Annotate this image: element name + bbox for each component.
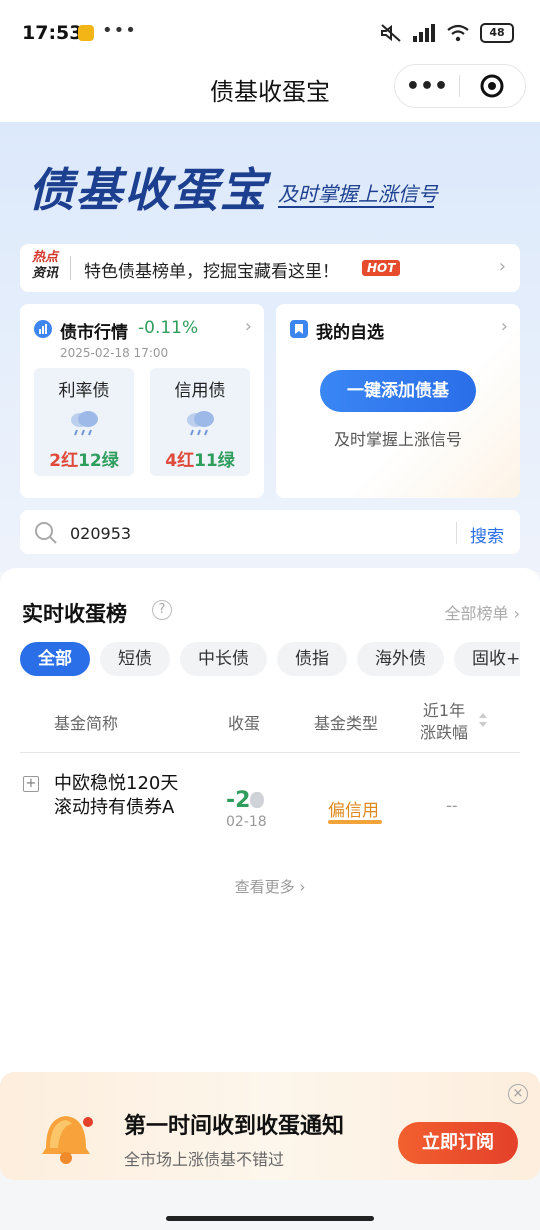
notification-app-icon bbox=[78, 25, 94, 41]
change-1y-value: -- bbox=[446, 796, 458, 815]
help-icon[interactable]: ? bbox=[152, 600, 172, 620]
hot-news-text: 特色债基榜单，挖掘宝藏看这里！ bbox=[84, 262, 339, 282]
tab-overseas-bond[interactable]: 海外债 bbox=[357, 642, 444, 676]
chevron-right-icon: › bbox=[500, 316, 508, 337]
col-1y-change-line1: 近1年 bbox=[422, 701, 466, 720]
tab-all[interactable]: 全部 bbox=[20, 642, 90, 676]
mute-icon bbox=[381, 24, 401, 42]
col-egg: 收蛋 bbox=[228, 714, 261, 733]
bookmark-icon bbox=[290, 320, 308, 338]
rate-bond-card[interactable]: 利率债 2红12绿 bbox=[34, 368, 134, 476]
bell-icon bbox=[42, 1116, 93, 1164]
rate-bond-green: 12绿 bbox=[78, 451, 119, 471]
market-card-title: 债市行情 bbox=[60, 323, 128, 343]
market-datetime: 2025-02-18 17:00 bbox=[60, 346, 169, 360]
credit-bond-red: 4红 bbox=[165, 451, 195, 471]
search-input[interactable] bbox=[68, 520, 452, 546]
hot-tag-line2: 资讯 bbox=[32, 266, 59, 281]
system-icons: 48 bbox=[380, 22, 514, 44]
search-bar: 搜索 bbox=[20, 510, 520, 554]
close-icon[interactable]: × bbox=[508, 1084, 528, 1104]
col-1y-change-line2: 涨跌幅 bbox=[420, 723, 469, 742]
watchlist-subtitle: 及时掌握上涨信号 bbox=[333, 430, 462, 449]
tab-bond-index[interactable]: 债指 bbox=[277, 642, 347, 676]
rate-bond-label: 利率债 bbox=[58, 381, 110, 401]
fund-type-underline bbox=[328, 820, 382, 824]
add-to-watchlist-icon[interactable]: + bbox=[23, 776, 39, 792]
chart-icon bbox=[34, 320, 52, 338]
chevron-right-icon: › bbox=[244, 316, 252, 337]
credit-bond-label: 信用债 bbox=[174, 381, 226, 401]
status-bar: 17:53 ••• 48 bbox=[0, 0, 540, 64]
watchlist-title: 我的自选 bbox=[316, 323, 384, 343]
tab-short-bond[interactable]: 短债 bbox=[100, 642, 170, 676]
hot-badge: HOT bbox=[362, 260, 401, 276]
sort-icon[interactable] bbox=[478, 712, 488, 728]
egg-value: -2 bbox=[226, 788, 251, 813]
hot-news-tag: 热点 资讯 bbox=[32, 250, 58, 282]
mini-program-capsule: ••• bbox=[394, 64, 526, 108]
credit-bond-result: 4红11绿 bbox=[150, 446, 250, 471]
see-more-link[interactable]: 查看更多 › bbox=[0, 876, 540, 897]
credit-bond-card[interactable]: 信用债 4红11绿 bbox=[150, 368, 250, 476]
rate-bond-result: 2红12绿 bbox=[34, 446, 134, 471]
search-icon bbox=[35, 522, 57, 544]
slogan-underline bbox=[278, 206, 434, 208]
chevron-right-icon: › bbox=[498, 256, 506, 277]
signal-icon bbox=[413, 24, 435, 42]
fund-type-value: 偏信用 bbox=[328, 801, 379, 821]
market-change: -0.11% bbox=[138, 318, 199, 338]
hot-tag-line1: 热点 bbox=[32, 250, 59, 265]
rain-cloud-icon bbox=[71, 411, 98, 436]
market-card[interactable]: 债市行情 -0.11% › 2025-02-18 17:00 利率债 2红12绿… bbox=[20, 304, 264, 498]
rain-cloud-icon bbox=[187, 411, 214, 436]
battery-icon: 48 bbox=[480, 23, 514, 43]
target-icon bbox=[480, 74, 504, 98]
col-fund-name: 基金简称 bbox=[54, 714, 119, 733]
wifi-icon bbox=[447, 24, 469, 42]
all-rankings-label: 全部榜单 bbox=[444, 604, 509, 623]
status-time: 17:53 bbox=[22, 22, 83, 44]
ranking-title: 实时收蛋榜 bbox=[22, 602, 127, 626]
col-1y-change[interactable]: 近1年 涨跌幅 bbox=[420, 700, 468, 744]
egg-date: 02-18 bbox=[226, 814, 267, 830]
egg-icon bbox=[250, 792, 264, 808]
hot-divider bbox=[70, 256, 71, 280]
search-divider bbox=[456, 522, 457, 544]
banner-title: 债基收蛋宝 bbox=[28, 163, 268, 217]
tab-mid-long-bond[interactable]: 中长债 bbox=[180, 642, 267, 676]
category-tabs: 全部 短债 中长债 债指 海外债 固收+ bbox=[20, 642, 520, 678]
credit-bond-green: 11绿 bbox=[194, 451, 235, 471]
banner-slogan: 及时掌握上涨信号 bbox=[278, 182, 438, 206]
tab-fixed-income-plus[interactable]: 固收+ bbox=[454, 642, 520, 676]
close-button[interactable] bbox=[460, 74, 524, 98]
subscribe-subtitle: 全市场上涨债基不错过 bbox=[124, 1150, 285, 1169]
more-menu-button[interactable]: ••• bbox=[395, 74, 459, 99]
search-button[interactable]: 搜索 bbox=[470, 522, 504, 547]
see-more-label: 查看更多 bbox=[234, 878, 295, 896]
table-header-divider bbox=[20, 752, 520, 753]
hot-news-bar[interactable]: 热点 资讯 特色债基榜单，挖掘宝藏看这里！ HOT › bbox=[20, 244, 520, 292]
subscribe-title: 第一时间收到收蛋通知 bbox=[124, 1114, 345, 1139]
fund-name[interactable]: 中欧稳悦120天滚动持有债券A bbox=[54, 772, 184, 820]
home-indicator[interactable] bbox=[166, 1216, 374, 1221]
status-more-dots: ••• bbox=[102, 20, 137, 41]
rate-bond-red: 2红 bbox=[49, 451, 79, 471]
add-bond-fund-button[interactable]: 一键添加债基 bbox=[320, 370, 476, 412]
nav-header: 债基收蛋宝 ••• bbox=[0, 64, 540, 122]
all-rankings-link[interactable]: 全部榜单 › bbox=[445, 600, 521, 624]
col-fund-type: 基金类型 bbox=[314, 714, 379, 733]
subscribe-button[interactable]: 立即订阅 bbox=[398, 1122, 518, 1164]
